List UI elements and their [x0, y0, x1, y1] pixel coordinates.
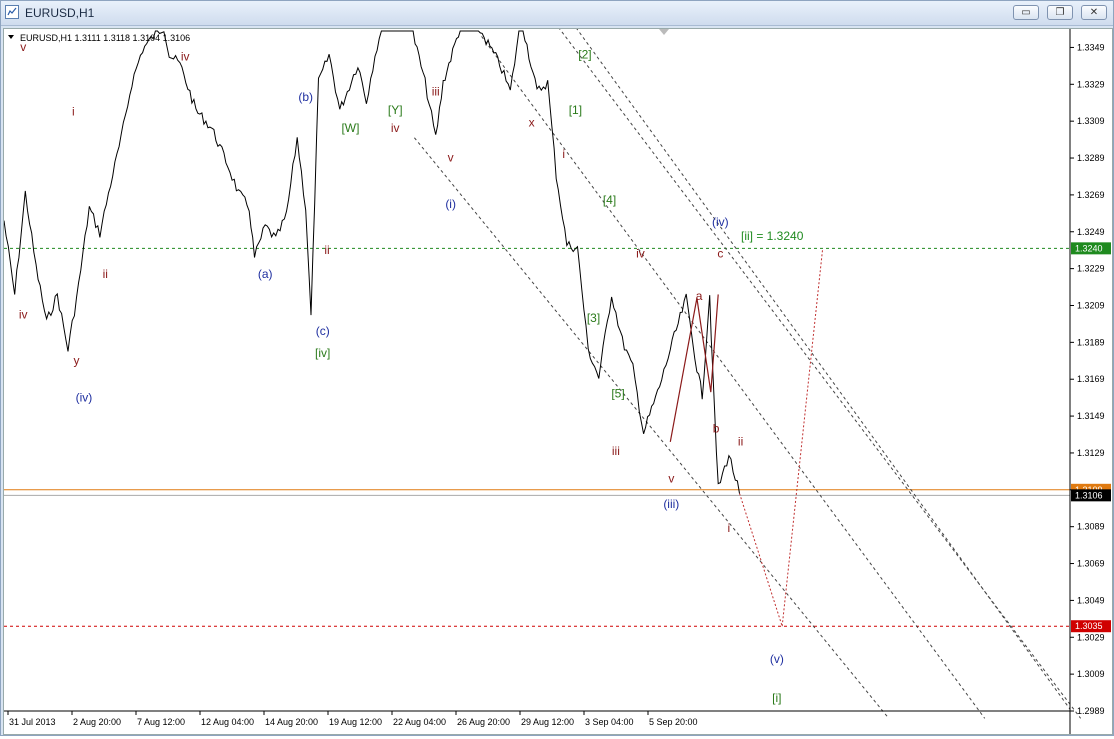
wave-label[interactable]: [1] — [569, 103, 582, 117]
price-label-text: 1.3240 — [1075, 243, 1103, 253]
wave-label[interactable]: iii — [432, 84, 440, 98]
price-axis-tick-label: 1.3309 — [1077, 116, 1105, 126]
price-axis-tick-label: 1.3289 — [1077, 153, 1105, 163]
wave-label[interactable]: i — [72, 105, 75, 119]
restore-button[interactable]: ❐ — [1047, 5, 1073, 20]
wave-label[interactable]: [3] — [587, 311, 600, 325]
price-label-text: 1.3035 — [1075, 621, 1103, 631]
price-axis-tick-label: 1.3189 — [1077, 337, 1105, 347]
chart-menu-triangle-icon[interactable] — [8, 35, 14, 39]
wave-label[interactable]: v — [448, 151, 454, 165]
wave-label[interactable]: iv — [19, 307, 28, 321]
target-annotation: [ii] = 1.3240 — [741, 229, 804, 243]
title-bar[interactable]: EURUSD,H1 ▭ ❐ ✕ — [1, 1, 1113, 26]
time-axis-tick-label: 3 Sep 04:00 — [585, 717, 634, 727]
wave-label[interactable]: (iv) — [712, 215, 729, 229]
time-axis-tick-label: 22 Aug 04:00 — [393, 717, 446, 727]
wave-label[interactable]: (c) — [316, 324, 330, 338]
price-axis-tick-label: 1.3329 — [1077, 79, 1105, 89]
time-axis-tick-label: 7 Aug 12:00 — [137, 717, 185, 727]
wave-label[interactable]: (a) — [258, 267, 273, 281]
channel-trendline[interactable] — [568, 17, 1071, 710]
wave-label[interactable]: i — [562, 147, 565, 161]
wave-label[interactable]: y — [73, 353, 79, 367]
wave-label[interactable]: [2] — [578, 47, 591, 61]
time-axis-tick-label: 26 Aug 20:00 — [457, 717, 510, 727]
wave-label[interactable]: [5] — [611, 387, 624, 401]
wave-label[interactable]: [W] — [341, 121, 359, 135]
shift-marker-icon[interactable] — [659, 29, 669, 35]
time-axis-tick-label: 31 Jul 2013 — [9, 717, 56, 727]
price-axis-tick-label: 1.3049 — [1077, 595, 1105, 605]
minimize-button[interactable]: ▭ — [1013, 5, 1039, 20]
time-axis-tick-label: 12 Aug 04:00 — [201, 717, 254, 727]
wave-label[interactable]: iv — [391, 121, 400, 135]
channel-trendline[interactable] — [557, 26, 1082, 719]
price-axis-tick-label: 1.3009 — [1077, 669, 1105, 679]
chart-canvas[interactable]: viiviiivy(iv)(a)(b)ii(c)[iv][W][Y]iviiiv… — [3, 17, 1112, 734]
wave-label[interactable]: ii — [324, 243, 329, 257]
wave-label[interactable]: i — [728, 521, 731, 535]
projection-line-down[interactable] — [739, 493, 783, 627]
wave-label[interactable]: (i) — [445, 197, 456, 211]
price-axis-tick-label: 1.3229 — [1077, 264, 1105, 274]
wave-label[interactable]: ii — [738, 435, 743, 449]
wave-label[interactable]: iii — [612, 444, 620, 458]
close-icon: ✕ — [1089, 7, 1099, 18]
chart-header-text: EURUSD,H1 1.3111 1.3118 1.3104 1.3106 — [20, 33, 190, 43]
wave-label[interactable]: x — [529, 116, 535, 130]
wave-label[interactable]: a — [696, 289, 703, 303]
wave-label[interactable]: [i] — [772, 691, 781, 705]
wave-label[interactable]: (v) — [770, 652, 784, 666]
close-button[interactable]: ✕ — [1081, 5, 1107, 20]
price-axis-tick-label: 1.3089 — [1077, 522, 1105, 532]
price-axis-tick-label: 1.3069 — [1077, 559, 1105, 569]
wave-abc-line[interactable] — [669, 294, 719, 443]
wave-label[interactable]: c — [717, 247, 723, 261]
time-axis-tick-label: 29 Aug 12:00 — [521, 717, 574, 727]
price-axis-tick-label: 1.3269 — [1077, 190, 1105, 200]
price-chart[interactable]: v i iv ii iv y (iv) (a) (b) ii (c) [iv] [W] [Y] iv iii v… — [3, 17, 1113, 735]
minimize-icon: ▭ — [1021, 7, 1031, 18]
price-axis-tick-label: 1.3169 — [1077, 374, 1105, 384]
terminal-window: EURUSD,H1 ▭ ❐ ✕ v i iv ii iv y (iv) (a) (b) ii (c)… — [0, 0, 1114, 736]
wave-label[interactable]: (b) — [298, 90, 313, 104]
time-axis-tick-label: 2 Aug 20:00 — [73, 717, 121, 727]
time-axis-tick-label: 19 Aug 12:00 — [329, 717, 382, 727]
price-axis-tick-label: 1.3129 — [1077, 448, 1105, 458]
time-axis-tick-label: 5 Sep 20:00 — [649, 717, 698, 727]
price-axis-tick-label: 1.3349 — [1077, 42, 1105, 52]
channel-trendline[interactable] — [481, 36, 986, 719]
price-axis-tick-label: 1.3149 — [1077, 411, 1105, 421]
chart-window-icon — [5, 5, 19, 19]
price-label-text: 1.3106 — [1075, 490, 1103, 500]
time-axis-tick-label: 14 Aug 20:00 — [265, 717, 318, 727]
wave-label[interactable]: [iv] — [315, 346, 330, 360]
wave-label[interactable]: iv — [181, 49, 190, 63]
price-axis-tick-label: 1.3249 — [1077, 227, 1105, 237]
price-axis-tick-label: 1.2989 — [1077, 706, 1105, 716]
wave-label[interactable]: b — [713, 422, 720, 436]
price-axis-tick-label: 1.3209 — [1077, 300, 1105, 310]
wave-label[interactable]: (iv) — [76, 390, 93, 404]
wave-label[interactable]: iv — [636, 247, 645, 261]
price-axis-tick-label: 1.3029 — [1077, 632, 1105, 642]
wave-label[interactable]: ii — [103, 267, 108, 281]
channel-trendline[interactable] — [414, 137, 890, 719]
restore-icon: ❐ — [1055, 7, 1065, 18]
wave-label[interactable]: [4] — [603, 193, 616, 207]
window-title: EURUSD,H1 — [25, 6, 95, 20]
wave-label[interactable]: v — [668, 471, 674, 485]
wave-label[interactable]: (iii) — [663, 497, 679, 511]
wave-label[interactable]: [Y] — [388, 103, 403, 117]
projection-line-up[interactable] — [781, 248, 824, 627]
